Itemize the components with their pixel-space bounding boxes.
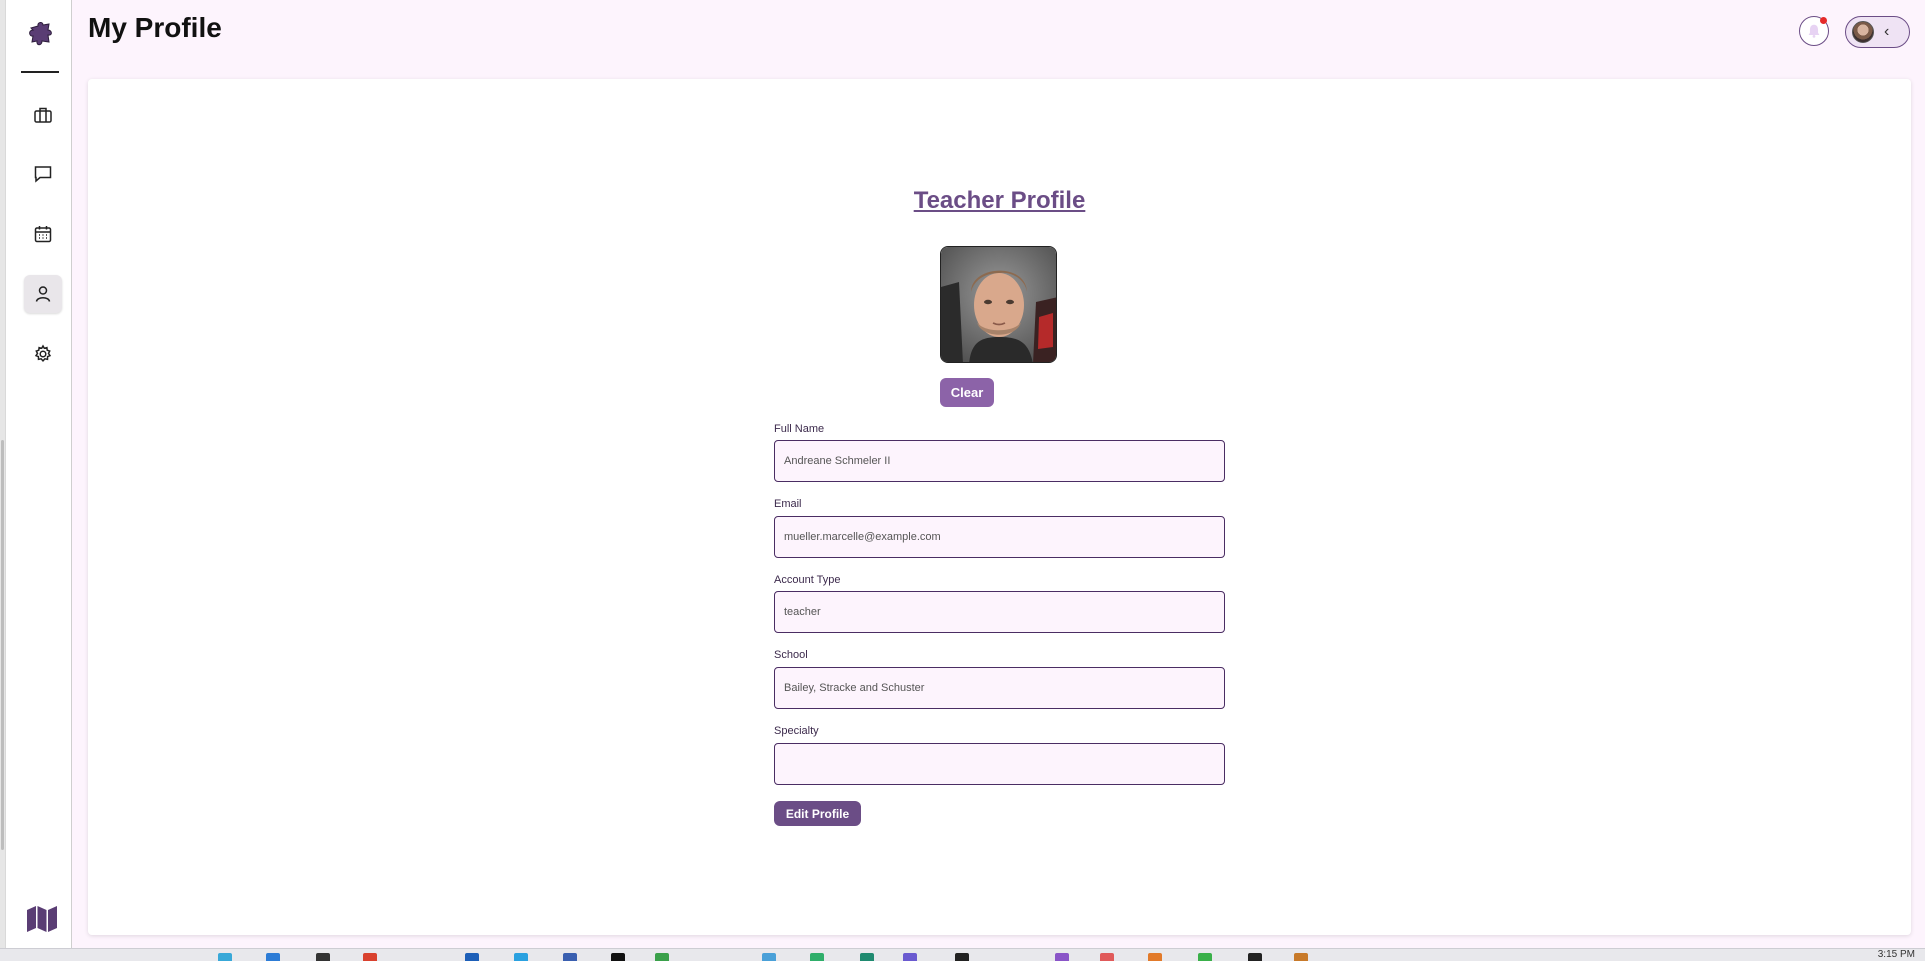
- email-label: Email: [774, 498, 802, 510]
- taskbar-app-icon[interactable]: [1248, 953, 1262, 961]
- chevron-left-icon: ‹: [1884, 23, 1890, 40]
- taskbar-app-icon[interactable]: [1100, 953, 1114, 961]
- taskbar-app-icon[interactable]: [316, 953, 330, 961]
- taskbar-app-icon[interactable]: [1294, 953, 1308, 961]
- school-field[interactable]: [774, 667, 1225, 709]
- taskbar-app-icon[interactable]: [1198, 953, 1212, 961]
- account-type-label: Account Type: [774, 574, 841, 586]
- profile-card: Teacher Profile Clear Full Name Email: [88, 79, 1911, 935]
- taskbar-app-icon[interactable]: [955, 953, 969, 961]
- taskbar-app-icon[interactable]: [465, 953, 479, 961]
- sidebar-item-profile[interactable]: [24, 275, 62, 313]
- scrollbar-thumb[interactable]: [1, 440, 4, 850]
- logo-divider: [21, 71, 59, 73]
- taskbar-app-icon[interactable]: [1055, 953, 1069, 961]
- map-icon[interactable]: [26, 905, 58, 933]
- taskbar-app-icon[interactable]: [266, 953, 280, 961]
- taskbar-app-icon[interactable]: [903, 953, 917, 961]
- notification-button[interactable]: [1799, 16, 1829, 46]
- taskbar-app-icon[interactable]: [1148, 953, 1162, 961]
- user-icon: [35, 286, 51, 302]
- sidebar-item-messages[interactable]: [24, 155, 62, 193]
- taskbar-app-icon[interactable]: [611, 953, 625, 961]
- specialty-label: Specialty: [774, 725, 819, 737]
- full-name-field[interactable]: [774, 440, 1225, 482]
- taskbar-app-icon[interactable]: [563, 953, 577, 961]
- bell-icon: [1808, 24, 1820, 38]
- page-title: My Profile: [88, 12, 222, 43]
- briefcase-icon: [34, 107, 52, 123]
- taskbar-app-icon[interactable]: [363, 953, 377, 961]
- sidebar-item-settings[interactable]: [24, 335, 62, 373]
- notification-dot: [1820, 17, 1827, 24]
- sidebar-item-jobs[interactable]: [24, 96, 62, 134]
- chat-icon: [34, 166, 52, 183]
- profile-photo: [940, 246, 1057, 363]
- clear-photo-button[interactable]: Clear: [940, 378, 994, 407]
- specialty-field[interactable]: [774, 743, 1225, 785]
- profile-heading: Teacher Profile: [913, 187, 1086, 214]
- edit-profile-button[interactable]: Edit Profile: [774, 801, 861, 826]
- taskbar-app-icon[interactable]: [762, 953, 776, 961]
- taskbar-app-icon[interactable]: [810, 953, 824, 961]
- taskbar: 3:15 PM: [0, 948, 1925, 961]
- gear-icon: [34, 344, 52, 363]
- taskbar-app-icon[interactable]: [218, 953, 232, 961]
- taskbar-app-icon[interactable]: [860, 953, 874, 961]
- account-type-field[interactable]: [774, 591, 1225, 633]
- sidebar-item-calendar[interactable]: [24, 215, 62, 253]
- calendar-icon: [34, 226, 52, 243]
- user-menu-button[interactable]: ‹: [1845, 16, 1910, 48]
- email-field[interactable]: [774, 516, 1225, 558]
- full-name-label: Full Name: [774, 423, 825, 435]
- taskbar-app-icon[interactable]: [514, 953, 528, 961]
- sidebar: [5, 0, 72, 948]
- taskbar-clock[interactable]: 3:15 PM: [1878, 949, 1915, 960]
- avatar: [1852, 21, 1874, 43]
- taskbar-app-icon[interactable]: [655, 953, 669, 961]
- puzzle-logo-icon[interactable]: [25, 18, 57, 50]
- school-label: School: [774, 649, 808, 661]
